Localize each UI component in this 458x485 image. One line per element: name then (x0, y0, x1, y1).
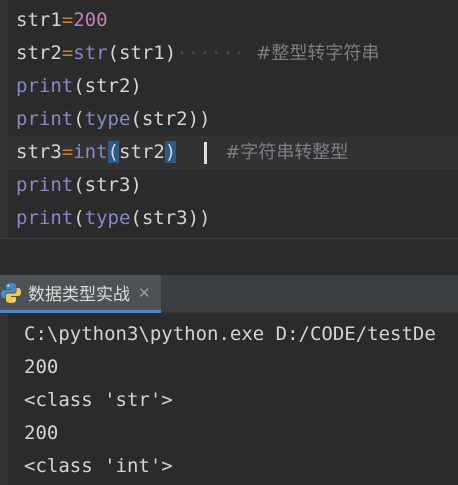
code-line[interactable]: str2=str(str1)······ #整型转字符串 (8, 37, 458, 70)
python-icon (0, 282, 22, 304)
code-token: print (16, 108, 74, 130)
editor-gutter (0, 0, 8, 238)
code-line[interactable]: print(type(str2)) (8, 103, 458, 136)
console-line: 200 (24, 422, 59, 444)
matched-paren: ) (164, 141, 177, 163)
code-token: ( (73, 108, 85, 130)
code-token: 200 (73, 9, 108, 31)
code-token: print (16, 207, 74, 229)
code-token: type (84, 108, 131, 130)
code-token: = (61, 9, 74, 31)
text-caret (204, 141, 208, 164)
code-token: str1 (16, 9, 62, 31)
code-token: str3 (16, 141, 62, 163)
code-line[interactable]: print(str2) (8, 70, 458, 103)
code-token: str (73, 42, 108, 64)
close-icon[interactable]: ✕ (138, 284, 151, 302)
code-token: = (61, 141, 74, 163)
code-token: ( (73, 207, 85, 229)
run-tool-window-header: 数据类型实战 ✕ (0, 275, 458, 313)
console-line: <class 'str'> (24, 389, 173, 411)
code-editor[interactable]: str1=200 str2=str(str1)······ #整型转字符串 pr… (0, 0, 458, 238)
code-token: str2 (119, 141, 165, 163)
code-token: (str3)) (130, 207, 211, 229)
editor-empty-area (0, 239, 458, 275)
code-line[interactable]: print(type(str3)) (8, 202, 458, 235)
code-token: print (16, 174, 74, 196)
code-token: (str1) (107, 42, 177, 64)
code-line[interactable]: print(str3) (8, 169, 458, 202)
console-line: <class 'int'> (24, 455, 173, 477)
code-token: (str2)) (130, 108, 211, 130)
console-gutter (0, 313, 8, 485)
code-token: = (61, 42, 74, 64)
run-tab[interactable]: 数据类型实战 ✕ (0, 275, 161, 313)
console-line: 200 (24, 356, 59, 378)
whitespace-dots: ······ (176, 42, 245, 64)
run-tab-label: 数据类型实战 (28, 285, 130, 305)
code-line[interactable]: str1=200 (8, 4, 458, 37)
code-token: print (16, 75, 74, 97)
code-token: type (84, 207, 131, 229)
code-comment: #整型转字符串 (256, 43, 380, 64)
code-line-current[interactable]: str3=int(str2) #字符串转整型 (8, 136, 458, 169)
console-line: C:\python3\python.exe D:/CODE/testDe (24, 323, 436, 345)
matched-paren: ( (107, 141, 119, 163)
code-token: str2 (16, 42, 62, 64)
code-comment: #字符串转整型 (225, 142, 349, 163)
run-console[interactable]: C:\python3\python.exe D:/CODE/testDe 200… (0, 313, 458, 485)
code-token: int (73, 141, 108, 163)
code-token: (str2) (73, 75, 142, 97)
code-token: (str3) (73, 174, 142, 196)
